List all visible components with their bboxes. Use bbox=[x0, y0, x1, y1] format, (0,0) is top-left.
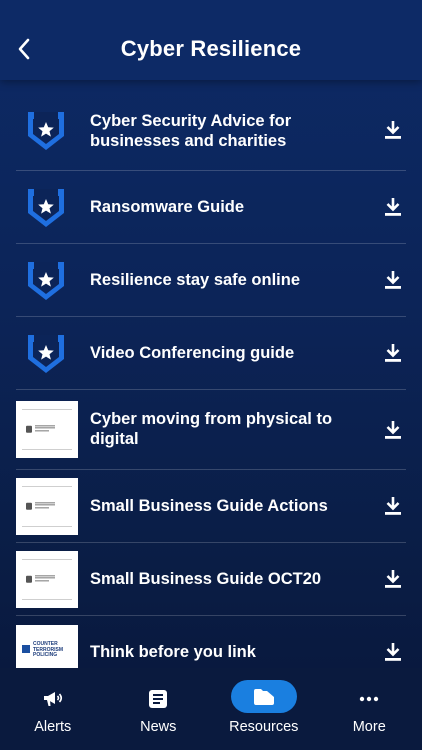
download-icon bbox=[385, 643, 401, 661]
shield-icon bbox=[24, 258, 68, 302]
download-button[interactable] bbox=[384, 197, 402, 217]
download-icon bbox=[385, 121, 401, 139]
tab-label: Alerts bbox=[34, 719, 72, 735]
download-icon bbox=[385, 344, 401, 362]
resource-row[interactable]: Resilience stay safe online bbox=[0, 244, 422, 317]
download-button[interactable] bbox=[384, 642, 402, 662]
resource-row[interactable]: Cyber Security Advice for businesses and… bbox=[0, 98, 422, 171]
download-button[interactable] bbox=[384, 496, 402, 516]
tab-bar: Alerts News Resources More bbox=[0, 668, 422, 750]
resource-row[interactable]: Small Business Guide Actions bbox=[0, 470, 422, 543]
resource-title: Cyber moving from physical to digital bbox=[90, 410, 333, 448]
download-icon bbox=[385, 421, 401, 439]
ctp-logo-thumbnail: COUNTER TERRORISM POLICING bbox=[16, 625, 78, 668]
download-button[interactable] bbox=[384, 569, 402, 589]
ctp-logo-line: POLICING bbox=[33, 652, 58, 658]
download-button[interactable] bbox=[384, 270, 402, 290]
tab-news[interactable]: News bbox=[106, 668, 212, 750]
resource-row[interactable]: Small Business Guide OCT20 bbox=[0, 543, 422, 616]
more-dots-icon bbox=[358, 688, 380, 710]
resource-title: Small Business Guide OCT20 bbox=[90, 570, 322, 588]
document-thumbnail bbox=[16, 478, 78, 535]
resource-list[interactable]: Cyber Security Advice for businesses and… bbox=[0, 98, 422, 668]
tab-more[interactable]: More bbox=[317, 668, 422, 750]
resource-row[interactable]: Cyber moving from physical to digital bbox=[0, 390, 422, 470]
page-title: Cyber Resilience bbox=[120, 36, 302, 61]
shield-icon bbox=[24, 331, 68, 375]
resource-title: Ransomware Guide bbox=[90, 198, 245, 216]
tab-resources[interactable]: Resources bbox=[211, 668, 317, 750]
shield-icon bbox=[24, 108, 68, 152]
news-icon bbox=[147, 688, 169, 710]
resource-row[interactable]: Video Conferencing guide bbox=[0, 317, 422, 390]
download-button[interactable] bbox=[384, 420, 402, 440]
tab-label: Resources bbox=[229, 719, 299, 735]
download-icon bbox=[385, 570, 401, 588]
document-thumbnail bbox=[16, 401, 78, 458]
resource-title: Small Business Guide Actions bbox=[90, 497, 328, 515]
document-thumbnail bbox=[16, 551, 78, 608]
tab-label: More bbox=[352, 719, 386, 735]
download-button[interactable] bbox=[384, 120, 402, 140]
resource-title: Cyber Security Advice for businesses and… bbox=[90, 112, 292, 150]
tab-alerts[interactable]: Alerts bbox=[0, 668, 106, 750]
download-icon bbox=[385, 497, 401, 515]
folder-icon bbox=[253, 686, 275, 708]
resource-row[interactable]: Ransomware Guide bbox=[0, 171, 422, 244]
tab-label: News bbox=[140, 719, 177, 735]
resource-title: Resilience stay safe online bbox=[90, 271, 301, 289]
download-icon bbox=[385, 198, 401, 216]
download-icon bbox=[385, 271, 401, 289]
resource-row[interactable]: COUNTER TERRORISM POLICING Think before … bbox=[0, 616, 422, 668]
megaphone-icon bbox=[42, 688, 64, 710]
header-bar: Cyber Resilience bbox=[0, 0, 422, 80]
resource-title: Video Conferencing guide bbox=[90, 344, 295, 362]
download-button[interactable] bbox=[384, 343, 402, 363]
shield-icon bbox=[24, 185, 68, 229]
resource-title: Think before you link bbox=[90, 643, 256, 661]
